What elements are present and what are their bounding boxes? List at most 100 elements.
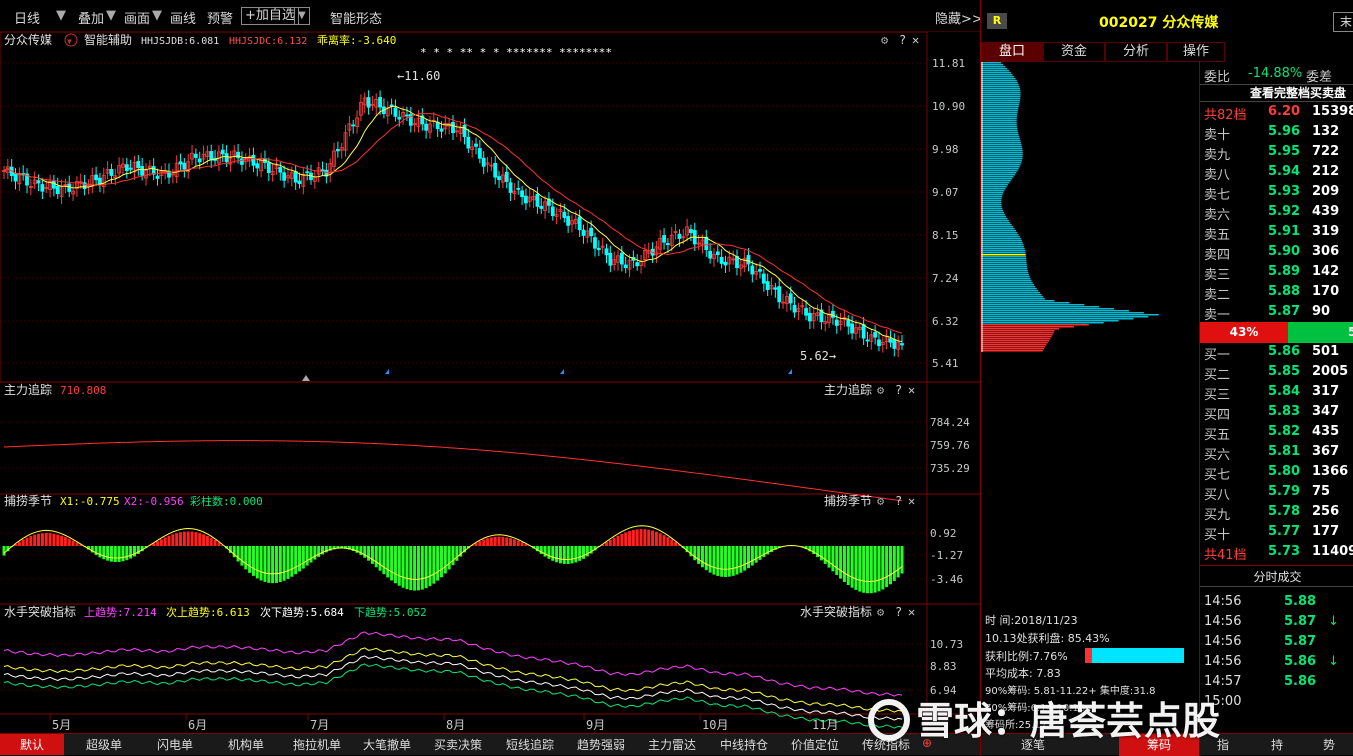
chip-bar (981, 74, 1013, 76)
chip-bar (981, 320, 1119, 322)
toolbar-overlay[interactable]: 叠加 (78, 8, 104, 27)
bottom-tab[interactable]: 短线追踪 (506, 736, 554, 753)
buy-row[interactable]: 买二5.852005 (1200, 364, 1353, 384)
toolbar-period[interactable]: 日线 (14, 8, 40, 27)
sell-row[interactable]: 卖一5.8790 (1200, 304, 1353, 324)
sell-row[interactable]: 卖九5.95722 (1200, 144, 1353, 164)
close-icon[interactable]: ✕ (908, 494, 915, 508)
close-icon[interactable]: ✕ (908, 605, 915, 619)
bottom-tab[interactable]: 闪电单 (157, 736, 193, 753)
more-button[interactable]: 末 (1333, 12, 1353, 32)
bottom-tab[interactable]: 默认 (0, 734, 64, 755)
buy-row[interactable]: 买十5.77177 (1200, 524, 1353, 544)
ma-line-yellow (4, 106, 902, 341)
gear-icon[interactable]: ⚙ (877, 494, 885, 508)
gear-icon[interactable]: ⚙ (877, 383, 885, 397)
sell-row[interactable]: 卖二5.88170 (1200, 284, 1353, 304)
candle-body (37, 181, 40, 183)
help-icon[interactable]: ? (895, 605, 902, 619)
buy-row[interactable]: 买九5.78256 (1200, 504, 1353, 524)
buy-row[interactable]: 买五5.82435 (1200, 424, 1353, 444)
histogram-bar (659, 533, 662, 546)
toolbar-drawline[interactable]: 画线 (170, 8, 196, 27)
buy-row[interactable]: 买六5.81367 (1200, 444, 1353, 464)
chevron-down-icon[interactable]: ▼ (294, 7, 310, 25)
sell-row[interactable]: 卖十5.96132 (1200, 124, 1353, 144)
tab-trend[interactable]: 势 (1323, 736, 1335, 753)
add-watchlist-button[interactable]: +加自选 (241, 7, 299, 25)
histogram-bar (835, 546, 838, 575)
histogram-bar (129, 546, 132, 559)
chevron-down-icon[interactable]: ▼ (106, 8, 116, 23)
histogram-bar (164, 537, 167, 546)
sell-row[interactable]: 卖七5.93209 (1200, 184, 1353, 204)
kline-chart-svg[interactable]: 分众传媒 ▼ 智能辅助 HHJSJDB:6.081 HHJSJDC:6.132 … (0, 32, 980, 732)
chip-bar (981, 138, 1020, 140)
chart-area[interactable]: 分众传媒 ▼ 智能辅助 HHJSJDB:6.081 HHJSJDC:6.132 … (0, 32, 980, 732)
chip-bar (981, 338, 1050, 340)
chip-bar (981, 68, 1007, 70)
panel4-subup: 次上趋势:6.613 (166, 605, 250, 619)
toolbar-smart-pattern[interactable]: 智能形态 (330, 8, 382, 27)
panel3-count: 彩柱数:0.000 (190, 494, 263, 508)
buy-row[interactable]: 买四5.83347 (1200, 404, 1353, 424)
chip-bar (981, 276, 1030, 278)
chip-bar (981, 166, 1020, 168)
assist-label[interactable]: 智能辅助 (84, 32, 132, 47)
buy-row[interactable]: 买一5.86501 (1200, 344, 1353, 364)
bottom-tab[interactable]: 拖拉机单 (293, 736, 341, 753)
histogram-bar (570, 546, 573, 563)
gear-icon[interactable]: ⚙ (877, 605, 885, 619)
histogram-bar (26, 538, 29, 546)
watermark-text: 雪球：唐荟芸点股 (916, 699, 1220, 743)
sell-row[interactable]: 卖三5.89142 (1200, 264, 1353, 284)
tab-hold[interactable]: 持 (1271, 736, 1283, 753)
close-icon[interactable]: ✕ (912, 33, 919, 47)
hide-panel-button[interactable]: 隐藏>> (935, 8, 983, 27)
help-icon[interactable]: ? (895, 494, 902, 508)
chevron-down-icon[interactable]: ▼ (56, 8, 66, 23)
down-arrow-icon: ↓ (1328, 614, 1339, 629)
chevron-down-icon[interactable]: ▼ (152, 8, 162, 23)
event-marker-icon[interactable] (788, 369, 792, 374)
toolbar-screen[interactable]: 画面 (124, 8, 150, 27)
bottom-tab[interactable]: 主力雷达 (648, 736, 696, 753)
bottom-tab[interactable]: 趋势强弱 (577, 736, 625, 753)
buy-row[interactable]: 买八5.7975 (1200, 484, 1353, 504)
buy-row[interactable]: 买七5.801366 (1200, 464, 1353, 484)
badge: R (987, 13, 1007, 29)
tab-pankou[interactable]: 盘口 (981, 42, 1043, 62)
tab-funds[interactable]: 资金 (1043, 42, 1105, 62)
bottom-tab[interactable]: 超级单 (86, 736, 122, 753)
histogram-bar (263, 546, 266, 582)
tab-operate[interactable]: 操作 (1167, 42, 1225, 62)
histogram-bar (647, 530, 650, 546)
sell-row[interactable]: 卖八5.94212 (1200, 164, 1353, 184)
close-icon[interactable]: ✕ (908, 383, 915, 397)
scroll-marker-icon[interactable] (302, 375, 310, 381)
chevron-down-icon[interactable]: ▼ (67, 37, 72, 46)
chip-bar (981, 164, 1021, 166)
sell-row[interactable]: 卖六5.92439 (1200, 204, 1353, 224)
help-icon[interactable]: ? (895, 383, 902, 397)
bottom-tab[interactable]: 买卖决策 (434, 736, 482, 753)
sell-row[interactable]: 卖四5.90306 (1200, 244, 1353, 264)
tab-analysis[interactable]: 分析 (1105, 42, 1167, 62)
buy-row[interactable]: 买三5.84317 (1200, 384, 1353, 404)
full-book-link[interactable]: 查看完整档买卖盘 (1200, 84, 1353, 102)
toolbar-alert[interactable]: 预警 (207, 8, 233, 27)
help-icon[interactable]: ? (899, 33, 906, 47)
event-marker-icon[interactable] (385, 369, 389, 374)
gear-icon[interactable]: ⚙ (881, 33, 889, 47)
price-tick: 9.98 (932, 143, 959, 156)
bottom-tab[interactable]: 价值定位 (791, 736, 839, 753)
candle-body (482, 158, 485, 166)
chip-bar (981, 80, 1017, 82)
event-marker-icon[interactable] (560, 369, 564, 374)
bottom-tab[interactable]: 中线持仓 (720, 736, 768, 753)
bottom-tab[interactable]: 机构单 (228, 736, 264, 753)
bottom-tab[interactable]: 大笔撤单 (363, 736, 411, 753)
sell-row[interactable]: 卖五5.91319 (1200, 224, 1353, 244)
candle-body (367, 98, 370, 108)
xueqiu-logo-icon (868, 699, 910, 741)
